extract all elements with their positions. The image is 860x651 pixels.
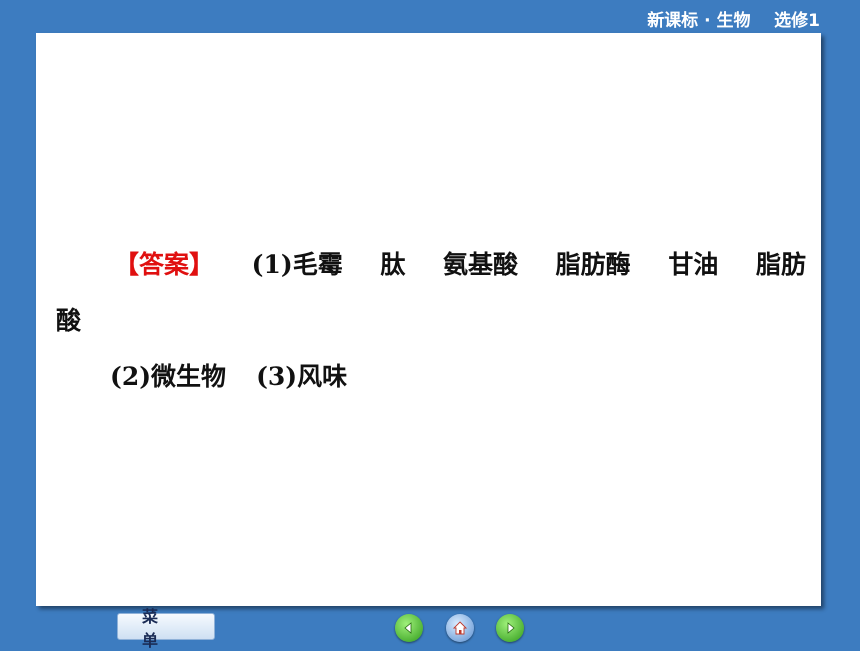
next-page-button[interactable]: [496, 614, 524, 642]
prev-page-icon: [404, 622, 412, 634]
next-page-icon: [507, 622, 515, 634]
answer-line-3: (2)微生物 (3)风味: [56, 349, 806, 405]
answer-line-2: 酸: [56, 306, 82, 335]
answer-line-1: 【答案】 (1)毛霉 肽 氨基酸 脂肪酶 甘油 脂肪: [56, 237, 806, 293]
answer-item: 氨基酸: [443, 250, 519, 279]
answer-item: 脂肪: [755, 250, 806, 279]
answer-item: 甘油: [668, 250, 719, 279]
answer-item: (1)毛霉: [251, 250, 343, 279]
answer-tag: 【答案】: [114, 250, 215, 279]
answer-item: 脂肪酶: [555, 250, 631, 279]
content-panel: 【答案】 (1)毛霉 肽 氨基酸 脂肪酶 甘油 脂肪 酸 (2)微生物 (3)风…: [36, 33, 821, 606]
answer-item: (3)风味: [256, 362, 348, 391]
prev-page-button[interactable]: [395, 614, 423, 642]
home-button[interactable]: [446, 614, 474, 642]
answer-item: (2)微生物: [110, 362, 227, 391]
header-title: 新课标 · 生物 选修1: [647, 11, 820, 31]
answer-item: 肽: [380, 250, 406, 279]
answer-block: 【答案】 (1)毛霉 肽 氨基酸 脂肪酶 甘油 脂肪 酸 (2)微生物 (3)风…: [56, 237, 806, 405]
home-icon: [452, 621, 468, 635]
menu-button[interactable]: 菜单: [117, 607, 215, 650]
